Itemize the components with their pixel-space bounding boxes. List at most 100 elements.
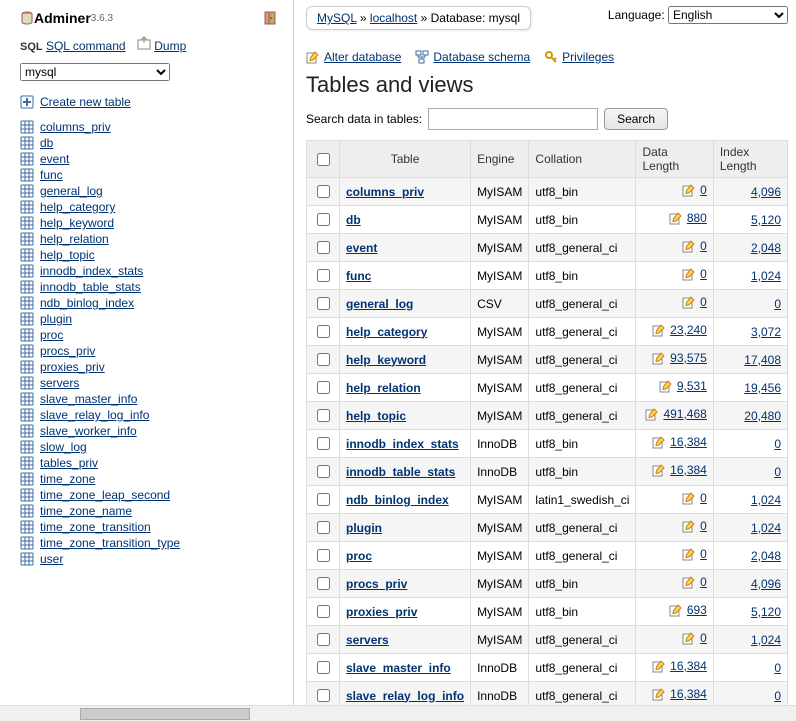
edit-icon[interactable] bbox=[652, 351, 666, 365]
data-length-link[interactable]: 23,240 bbox=[670, 323, 707, 337]
horizontal-scrollbar[interactable] bbox=[0, 705, 796, 721]
row-checkbox[interactable] bbox=[317, 297, 330, 310]
table-link[interactable]: plugin bbox=[346, 521, 382, 535]
row-checkbox[interactable] bbox=[317, 325, 330, 338]
sidebar-table-link[interactable]: time_zone_leap_second bbox=[40, 487, 170, 503]
sidebar-table-link[interactable]: proc bbox=[40, 327, 63, 343]
alter-database-link[interactable]: Alter database bbox=[306, 50, 401, 64]
index-length-link[interactable]: 0 bbox=[774, 689, 781, 703]
row-checkbox[interactable] bbox=[317, 493, 330, 506]
table-link[interactable]: func bbox=[346, 269, 371, 283]
data-length-link[interactable]: 0 bbox=[700, 295, 707, 309]
edit-icon[interactable] bbox=[682, 631, 696, 645]
row-checkbox[interactable] bbox=[317, 409, 330, 422]
table-link[interactable]: help_topic bbox=[346, 409, 406, 423]
row-checkbox[interactable] bbox=[317, 689, 330, 702]
table-link[interactable]: procs_priv bbox=[346, 577, 407, 591]
sidebar-table-link[interactable]: ndb_binlog_index bbox=[40, 295, 134, 311]
index-length-link[interactable]: 19,456 bbox=[744, 381, 781, 395]
edit-icon[interactable] bbox=[682, 491, 696, 505]
data-length-link[interactable]: 0 bbox=[700, 575, 707, 589]
sidebar-table-link[interactable]: plugin bbox=[40, 311, 72, 327]
index-length-link[interactable]: 2,048 bbox=[751, 241, 781, 255]
table-link[interactable]: help_relation bbox=[346, 381, 421, 395]
row-checkbox[interactable] bbox=[317, 269, 330, 282]
data-length-link[interactable]: 16,384 bbox=[670, 659, 707, 673]
language-select[interactable]: English bbox=[668, 6, 788, 24]
edit-icon[interactable] bbox=[682, 519, 696, 533]
row-checkbox[interactable] bbox=[317, 661, 330, 674]
table-link[interactable]: columns_priv bbox=[346, 185, 424, 199]
sidebar-table-link[interactable]: slave_relay_log_info bbox=[40, 407, 149, 423]
row-checkbox[interactable] bbox=[317, 381, 330, 394]
privileges-link[interactable]: Privileges bbox=[544, 50, 614, 64]
data-length-link[interactable]: 880 bbox=[687, 211, 707, 225]
table-link[interactable]: general_log bbox=[346, 297, 413, 311]
row-checkbox[interactable] bbox=[317, 521, 330, 534]
sidebar-table-link[interactable]: func bbox=[40, 167, 63, 183]
index-length-link[interactable]: 5,120 bbox=[751, 605, 781, 619]
table-link[interactable]: slave_relay_log_info bbox=[346, 689, 464, 703]
database-schema-link[interactable]: Database schema bbox=[415, 50, 530, 64]
edit-icon[interactable] bbox=[652, 659, 666, 673]
edit-icon[interactable] bbox=[682, 547, 696, 561]
index-length-link[interactable]: 1,024 bbox=[751, 521, 781, 535]
index-length-link[interactable]: 5,120 bbox=[751, 213, 781, 227]
data-length-link[interactable]: 491,468 bbox=[663, 407, 706, 421]
sidebar-table-link[interactable]: event bbox=[40, 151, 69, 167]
create-table-link[interactable]: Create new table bbox=[40, 95, 131, 109]
table-link[interactable]: slave_master_info bbox=[346, 661, 451, 675]
sidebar-table-link[interactable]: general_log bbox=[40, 183, 103, 199]
table-link[interactable]: innodb_table_stats bbox=[346, 465, 455, 479]
table-link[interactable]: help_keyword bbox=[346, 353, 426, 367]
index-length-link[interactable]: 0 bbox=[774, 437, 781, 451]
data-length-link[interactable]: 16,384 bbox=[670, 435, 707, 449]
index-length-link[interactable]: 0 bbox=[774, 297, 781, 311]
sidebar-table-link[interactable]: help_relation bbox=[40, 231, 109, 247]
edit-icon[interactable] bbox=[659, 379, 673, 393]
sql-command-link[interactable]: SQL command bbox=[46, 39, 126, 53]
index-length-link[interactable]: 17,408 bbox=[744, 353, 781, 367]
data-length-link[interactable]: 0 bbox=[700, 519, 707, 533]
sidebar-table-link[interactable]: time_zone_transition_type bbox=[40, 535, 180, 551]
row-checkbox[interactable] bbox=[317, 353, 330, 366]
data-length-link[interactable]: 0 bbox=[700, 267, 707, 281]
edit-icon[interactable] bbox=[682, 575, 696, 589]
search-button[interactable]: Search bbox=[604, 108, 668, 130]
data-length-link[interactable]: 16,384 bbox=[670, 463, 707, 477]
edit-icon[interactable] bbox=[645, 407, 659, 421]
sidebar-table-link[interactable]: db bbox=[40, 135, 53, 151]
check-all[interactable] bbox=[317, 153, 330, 166]
dump-link[interactable]: Dump bbox=[154, 39, 186, 53]
table-link[interactable]: servers bbox=[346, 633, 389, 647]
data-length-link[interactable]: 0 bbox=[700, 183, 707, 197]
index-length-link[interactable]: 2,048 bbox=[751, 549, 781, 563]
data-length-link[interactable]: 93,575 bbox=[670, 351, 707, 365]
data-length-link[interactable]: 0 bbox=[700, 547, 707, 561]
sidebar-table-link[interactable]: help_topic bbox=[40, 247, 95, 263]
data-length-link[interactable]: 0 bbox=[700, 239, 707, 253]
row-checkbox[interactable] bbox=[317, 437, 330, 450]
row-checkbox[interactable] bbox=[317, 465, 330, 478]
row-checkbox[interactable] bbox=[317, 605, 330, 618]
db-select[interactable]: mysql bbox=[20, 63, 170, 81]
row-checkbox[interactable] bbox=[317, 549, 330, 562]
search-input[interactable] bbox=[428, 108, 598, 130]
sidebar-table-link[interactable]: time_zone_transition bbox=[40, 519, 151, 535]
index-length-link[interactable]: 1,024 bbox=[751, 493, 781, 507]
table-link[interactable]: proxies_priv bbox=[346, 605, 417, 619]
table-link[interactable]: event bbox=[346, 241, 377, 255]
row-checkbox[interactable] bbox=[317, 577, 330, 590]
index-length-link[interactable]: 0 bbox=[774, 661, 781, 675]
row-checkbox[interactable] bbox=[317, 241, 330, 254]
edit-icon[interactable] bbox=[669, 603, 683, 617]
edit-icon[interactable] bbox=[669, 211, 683, 225]
index-length-link[interactable]: 4,096 bbox=[751, 185, 781, 199]
index-length-link[interactable]: 4,096 bbox=[751, 577, 781, 591]
edit-icon[interactable] bbox=[652, 687, 666, 701]
data-length-link[interactable]: 693 bbox=[687, 603, 707, 617]
data-length-link[interactable]: 0 bbox=[700, 491, 707, 505]
sidebar-table-link[interactable]: help_keyword bbox=[40, 215, 114, 231]
edit-icon[interactable] bbox=[652, 435, 666, 449]
index-length-link[interactable]: 1,024 bbox=[751, 633, 781, 647]
